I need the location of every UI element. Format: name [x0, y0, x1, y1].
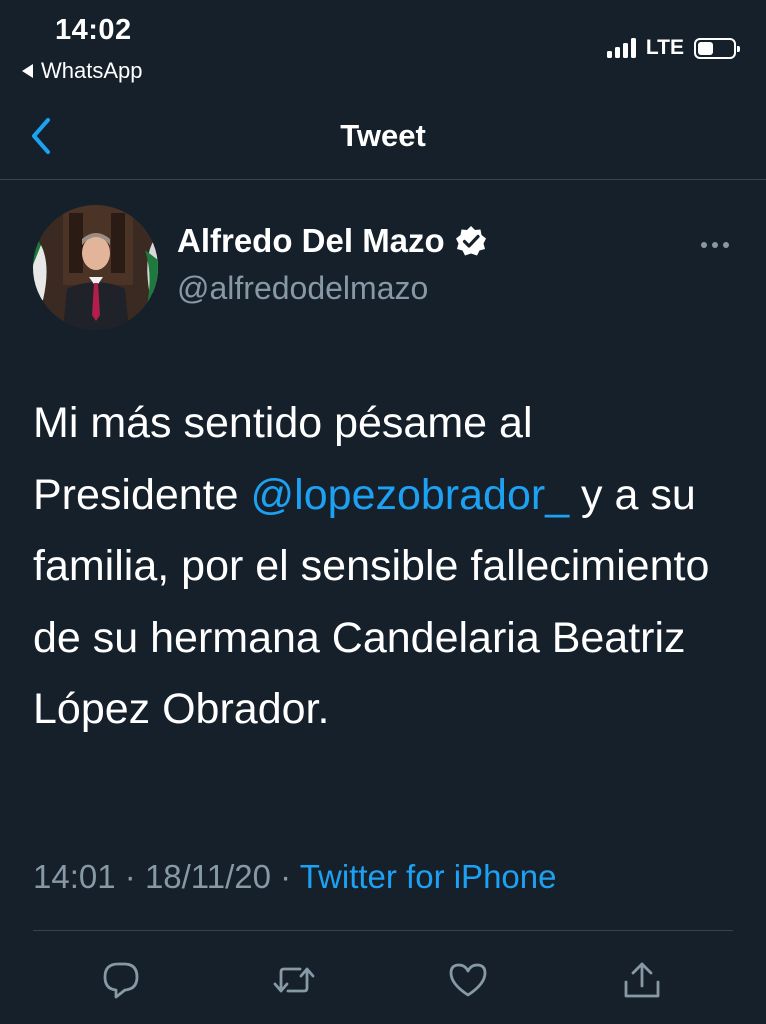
- tweet-screen: 14:02 WhatsApp LTE Tweet Alfredo Del Maz…: [0, 0, 766, 1024]
- verified-badge-icon: [455, 226, 486, 256]
- divider: [33, 930, 733, 931]
- author-name[interactable]: Alfredo Del Mazo: [177, 222, 487, 260]
- back-triangle-icon: [22, 64, 33, 78]
- nav-header: Tweet: [0, 100, 766, 180]
- more-dot-icon: [723, 242, 729, 248]
- more-dot-icon: [712, 242, 718, 248]
- meta-separator: ·: [280, 858, 292, 895]
- reply-icon: [103, 962, 139, 999]
- author-avatar[interactable]: [33, 205, 158, 330]
- tweet-time: 14:01: [33, 858, 116, 895]
- heart-icon: [449, 963, 487, 997]
- more-dot-icon: [701, 242, 707, 248]
- status-back-to-app[interactable]: WhatsApp: [22, 58, 143, 84]
- share-icon: [624, 962, 660, 998]
- retweet-button[interactable]: [272, 958, 316, 1002]
- like-button[interactable]: [446, 958, 490, 1002]
- reply-button[interactable]: [99, 958, 143, 1002]
- share-button[interactable]: [620, 958, 664, 1002]
- status-time: 14:02: [55, 14, 132, 46]
- more-options-button[interactable]: [697, 230, 733, 260]
- retweet-icon: [273, 967, 315, 993]
- author-handle[interactable]: @alfredodelmazo: [177, 270, 428, 307]
- page-title: Tweet: [340, 118, 426, 153]
- status-back-label: WhatsApp: [41, 58, 143, 83]
- tweet-source-link[interactable]: Twitter for iPhone: [300, 858, 557, 895]
- status-indicators: LTE: [606, 36, 740, 60]
- avatar-photo: [33, 205, 158, 330]
- meta-separator: ·: [124, 858, 136, 895]
- tweet-text: Mi más sentido pésame al Presidente @lop…: [33, 388, 733, 746]
- tweet-date: 18/11/20: [144, 858, 271, 895]
- tweet-meta: 14:01 · 18/11/20 · Twitter for iPhone: [33, 858, 556, 896]
- mention-link[interactable]: @lopezobrador_: [251, 471, 570, 519]
- battery-icon: [694, 37, 740, 59]
- author-name-text: Alfredo Del Mazo: [177, 222, 445, 259]
- network-type: LTE: [645, 36, 684, 59]
- signal-bars-icon: [606, 38, 636, 58]
